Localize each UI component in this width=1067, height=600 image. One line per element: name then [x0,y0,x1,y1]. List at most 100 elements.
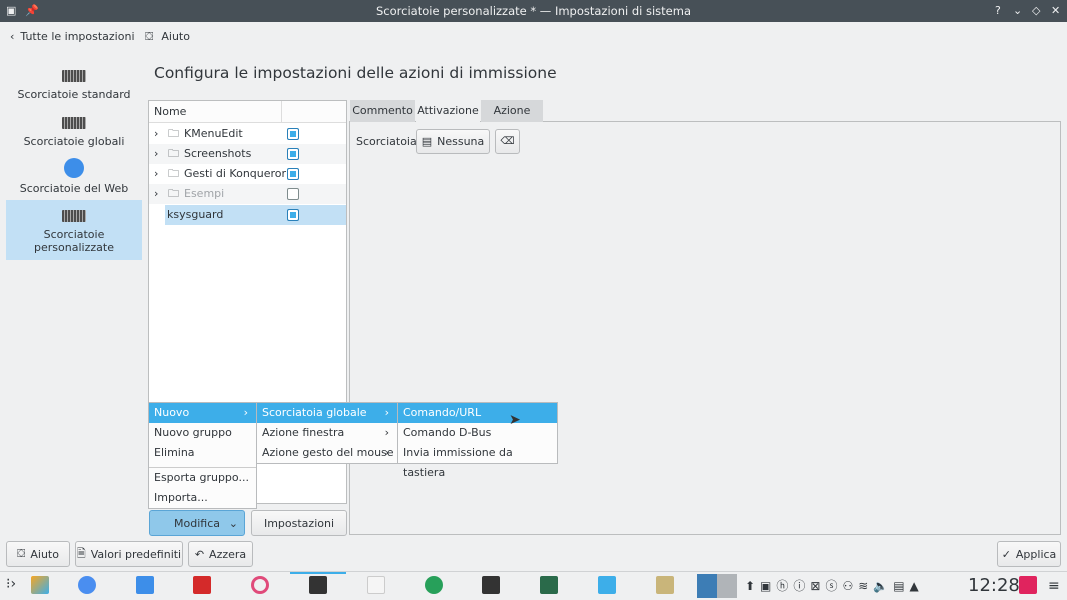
chevron-right-icon: › [384,426,389,439]
checkbox[interactable] [287,209,299,221]
button-label: Impostazioni [263,516,335,530]
chromium-icon[interactable] [78,576,96,594]
row-label: ksysguard [167,208,224,221]
keyboard-icon [62,117,86,129]
pdf-icon[interactable] [193,576,211,594]
button-label: Aiuto [30,547,59,561]
keyboard-icon: ▤ [421,135,433,148]
tab-panel [349,121,1061,535]
row-label: KMenuEdit [184,127,243,140]
row-label: Screenshots [184,147,252,160]
menu-item-nuovo-gruppo[interactable]: Nuovo gruppo [149,423,256,443]
clear-shortcut-button[interactable]: ⌫ [495,129,520,154]
button-label: Applica [1015,547,1057,561]
tree-row[interactable]: › 🗀 Esempi [149,184,346,204]
checkbox[interactable] [287,128,299,140]
impostazioni-button[interactable]: Impostazioni [251,510,347,536]
app-icon[interactable] [425,576,443,594]
menu-label: Azione finestra [262,426,345,439]
sidebar-item-web[interactable]: Scorciatoie del Web [6,158,142,195]
menu-label: Nuovo [154,406,190,419]
clock[interactable]: 12:28 [968,575,1020,596]
column-name: Nome [154,105,187,118]
tree-row-selected[interactable]: ksysguard [165,205,346,225]
pager[interactable] [697,574,737,598]
pin-icon[interactable]: 📌 [25,0,39,22]
sidebar-label: Scorciatoie globali [23,135,125,148]
chevron-right-icon: › [384,446,389,459]
terminal-icon[interactable] [309,576,327,594]
reset-button[interactable]: ↶ Azzera [188,541,253,567]
system-monitor-icon[interactable] [540,576,558,594]
help-toolbar-button[interactable]: ⛋ Aiuto [145,30,190,44]
back-button[interactable]: ‹ Tutte le impostazioni [10,30,135,43]
tab-commento[interactable]: Commento [350,100,415,122]
document-icon: 🗎 [76,546,86,560]
menu-item-azione-finestra[interactable]: Azione finestra › [257,423,397,443]
menu-item-azione-gesto[interactable]: Azione gesto del mouse › [257,443,397,463]
help-icon: ⛋ [145,30,154,43]
submenu-nuovo: Scorciatoia globale › Azione finestra › Az… [256,402,398,464]
shortcut-value: Nessuna [437,135,485,148]
button-label: Modifica [174,516,220,530]
sidebar-label: Scorciatoie del Web [19,182,129,195]
close-button[interactable]: ✕ [1051,0,1060,22]
document-icon[interactable] [367,576,385,594]
menu-item-scorciatoia-globale[interactable]: Scorciatoia globale › [257,403,397,423]
sidebar-item-standard[interactable]: Scorciatoie standard [6,70,142,101]
menu-item-nuovo[interactable]: Nuovo › [149,403,256,423]
tree-row[interactable]: › 🗀 Screenshots [149,144,346,164]
shortcut-button[interactable]: ▤ Nessuna [416,129,490,154]
app-icon[interactable] [251,576,269,594]
sidebar-label: Scorciatoie personalizzate [34,228,114,254]
system-tray-icons[interactable]: ⬆▣ⓗⓘ⊠ⓢ⚇≋🔈▤▲ [745,574,924,598]
tab-attivazione[interactable]: Attivazione [416,100,480,122]
chevron-left-icon: ‹ [10,30,15,43]
button-label: Azzera [209,547,247,561]
apply-button[interactable]: ✓ Applica [997,541,1061,567]
menu-label: Scorciatoia globale [262,406,367,419]
konsole-icon[interactable] [482,576,500,594]
aiuto-button[interactable]: ⛋ Aiuto [6,541,70,567]
desktop-icon[interactable] [1019,576,1037,594]
sidebar-item-global[interactable]: Scorciatoie globali [6,117,142,148]
app-icon[interactable] [31,576,49,594]
backspace-icon: ⌫ [500,136,515,147]
tree-row[interactable]: › 🗀 KMenuEdit [149,124,346,144]
menu-item-invia-immissione[interactable]: Invia immissione da tastiera [398,443,557,479]
tab-label: Azione [493,104,531,117]
writer-icon[interactable] [598,576,616,594]
page-title: Configura le impostazioni delle azioni d… [154,64,557,82]
checkbox[interactable] [287,148,299,160]
window-titlebar: Scorciatoie personalizzate * — Impostazi… [0,0,1067,22]
tree-row[interactable]: › 🗀 Gesti di Konqueror [149,164,346,184]
minimize-button[interactable]: ⌄ [1013,0,1022,22]
file-manager-icon[interactable] [136,576,154,594]
undo-icon: ↶ [194,547,205,561]
menu-item-importa[interactable]: Importa... [149,488,256,508]
sidebar-label: Scorciatoie standard [17,88,131,101]
shortcut-label: Scorciatoia: [356,135,421,148]
help-window-button[interactable]: ? [995,0,1001,22]
menu-icon[interactable]: ≡ [1048,574,1060,598]
menu-label: Azione gesto del mouse [262,446,394,459]
submenu-scorciatoia-globale: Comando/URL Comando D-Bus Invia immissio… [397,402,558,479]
menu-item-esporta[interactable]: Esporta gruppo... [149,468,256,488]
checkbox[interactable] [287,188,299,200]
maximize-button[interactable]: ◇ [1032,0,1040,22]
menu-item-comando-dbus[interactable]: Comando D-Bus [398,423,557,443]
archive-icon[interactable] [656,576,674,594]
help-label: Aiuto [161,30,190,43]
tab-azione[interactable]: Azione [481,100,543,122]
chevron-right-icon: › [243,406,248,419]
tab-label: Attivazione [417,104,479,117]
checkbox[interactable] [287,168,299,180]
row-label: Gesti di Konqueror [184,167,287,180]
launcher-icon[interactable]: ⁝› [6,576,16,592]
tree-header[interactable]: Nome [149,101,346,123]
sidebar-item-custom[interactable]: Scorciatoie personalizzate [6,200,142,260]
defaults-button[interactable]: 🗎 Valori predefiniti [75,541,183,567]
modifica-button[interactable]: Modifica ⌄ [149,510,245,536]
menu-item-comando-url[interactable]: Comando/URL [398,403,557,423]
menu-item-elimina[interactable]: Elimina [149,443,256,463]
